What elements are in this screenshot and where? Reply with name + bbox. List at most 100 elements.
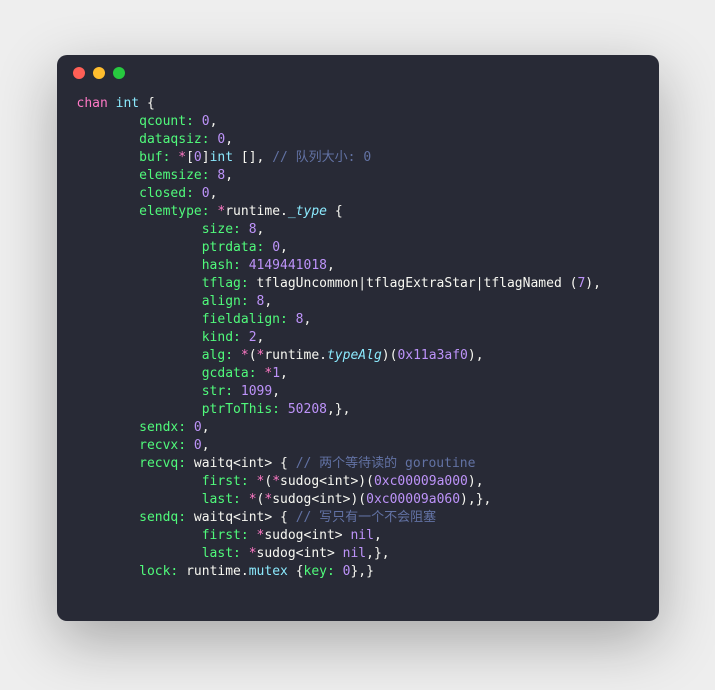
code-token: sudog<int>	[257, 546, 335, 561]
code-token: (	[249, 348, 257, 363]
code-token: {	[296, 564, 304, 579]
code-token: sudog<int>	[264, 528, 342, 543]
code-token: mutex	[249, 564, 288, 579]
code-token: qcount:	[139, 114, 194, 129]
code-token: ptrdata:	[202, 240, 265, 255]
code-token: gcdata:	[202, 366, 257, 381]
code-token: ,	[210, 114, 218, 129]
code-token: 2	[249, 330, 257, 345]
code-token: [],	[241, 150, 264, 165]
code-token: 50208	[288, 402, 327, 417]
code-token: {	[147, 96, 155, 111]
code-token: ptrToThis:	[202, 402, 280, 417]
window-titlebar	[57, 55, 659, 91]
code-token: int	[116, 96, 139, 111]
code-token: },}	[350, 564, 373, 579]
code-token: *	[249, 546, 257, 561]
code-token: nil	[350, 528, 373, 543]
minimize-icon[interactable]	[93, 67, 105, 79]
code-token: ,	[210, 186, 218, 201]
code-token: tflag:	[202, 276, 249, 291]
code-token: {	[280, 456, 288, 471]
code-token: 8	[249, 222, 257, 237]
code-token: alg:	[202, 348, 233, 363]
code-token: (	[264, 474, 272, 489]
code-token: sudog<int>	[272, 492, 350, 507]
code-token: tflagUncommon|tflagExtraStar|tflagNamed	[257, 276, 562, 291]
code-token: .	[241, 564, 249, 579]
code-token: ]	[202, 150, 210, 165]
close-icon[interactable]	[73, 67, 85, 79]
code-token: 0	[194, 150, 202, 165]
code-token: first:	[202, 474, 249, 489]
code-token: sendq:	[139, 510, 186, 525]
code-token: lock:	[139, 564, 178, 579]
code-token: ,	[264, 294, 272, 309]
code-token: elemsize:	[139, 168, 209, 183]
code-token: waitq<int>	[194, 456, 272, 471]
code-token: int	[210, 150, 233, 165]
code-token: closed:	[139, 186, 194, 201]
code-token: ,	[280, 240, 288, 255]
code-token: 0	[272, 240, 280, 255]
code-token: runtime	[225, 204, 280, 219]
code-token: {	[280, 510, 288, 525]
code-token: nil	[343, 546, 366, 561]
code-token: sudog<int>	[280, 474, 358, 489]
code-token: )(	[382, 348, 398, 363]
code-token: )(	[350, 492, 366, 507]
code-token: ),	[585, 276, 601, 291]
code-token: 4149441018	[249, 258, 327, 273]
code-token: ,	[374, 528, 382, 543]
code-token: [	[186, 150, 194, 165]
code-token: chan	[77, 96, 108, 111]
code-token: )(	[358, 474, 374, 489]
code-token: sendx:	[139, 420, 186, 435]
code-token: waitq<int>	[194, 510, 272, 525]
code-token: 1099	[241, 384, 272, 399]
code-token: last:	[202, 546, 241, 561]
code-token: *	[272, 474, 280, 489]
code-token: *	[241, 348, 249, 363]
code-token: ,	[225, 132, 233, 147]
code-token: hash:	[202, 258, 241, 273]
code-token: last:	[202, 492, 241, 507]
code-token: recvq:	[139, 456, 186, 471]
code-token: {	[327, 204, 343, 219]
code-token: ,},	[327, 402, 350, 417]
code-comment: // 队列大小: 0	[272, 150, 371, 165]
code-token: 0	[202, 186, 210, 201]
code-token: ,	[225, 168, 233, 183]
code-comment: // 写只有一个不会阻塞	[296, 510, 436, 525]
code-token: ),	[468, 348, 484, 363]
code-window: chan int { qcount: 0, dataqsiz: 0, buf: …	[57, 55, 659, 621]
code-block: chan int { qcount: 0, dataqsiz: 0, buf: …	[57, 91, 659, 621]
code-token: *	[249, 492, 257, 507]
code-token: kind:	[202, 330, 241, 345]
code-token: key:	[304, 564, 335, 579]
code-token: 0x11a3af0	[397, 348, 467, 363]
code-token: .	[280, 204, 288, 219]
code-token: align:	[202, 294, 249, 309]
code-token: 0	[202, 114, 210, 129]
code-comment: // 两个等待读的 goroutine	[296, 456, 476, 471]
code-token: size:	[202, 222, 241, 237]
maximize-icon[interactable]	[113, 67, 125, 79]
code-token: first:	[202, 528, 249, 543]
code-token: str:	[202, 384, 233, 399]
code-token: .	[319, 348, 327, 363]
code-token: ,	[280, 366, 288, 381]
code-token: *	[178, 150, 186, 165]
code-token: ,},	[366, 546, 389, 561]
code-token: runtime	[186, 564, 241, 579]
code-token: runtime	[264, 348, 319, 363]
code-token: dataqsiz:	[139, 132, 209, 147]
code-token: ),},	[460, 492, 491, 507]
code-token: ,	[327, 258, 335, 273]
code-token: elemtype:	[139, 204, 209, 219]
code-token: recvx:	[139, 438, 186, 453]
code-token: 0xc00009a060	[366, 492, 460, 507]
code-token: 1	[272, 366, 280, 381]
code-token: ,	[257, 222, 265, 237]
code-token: _type	[288, 204, 327, 219]
